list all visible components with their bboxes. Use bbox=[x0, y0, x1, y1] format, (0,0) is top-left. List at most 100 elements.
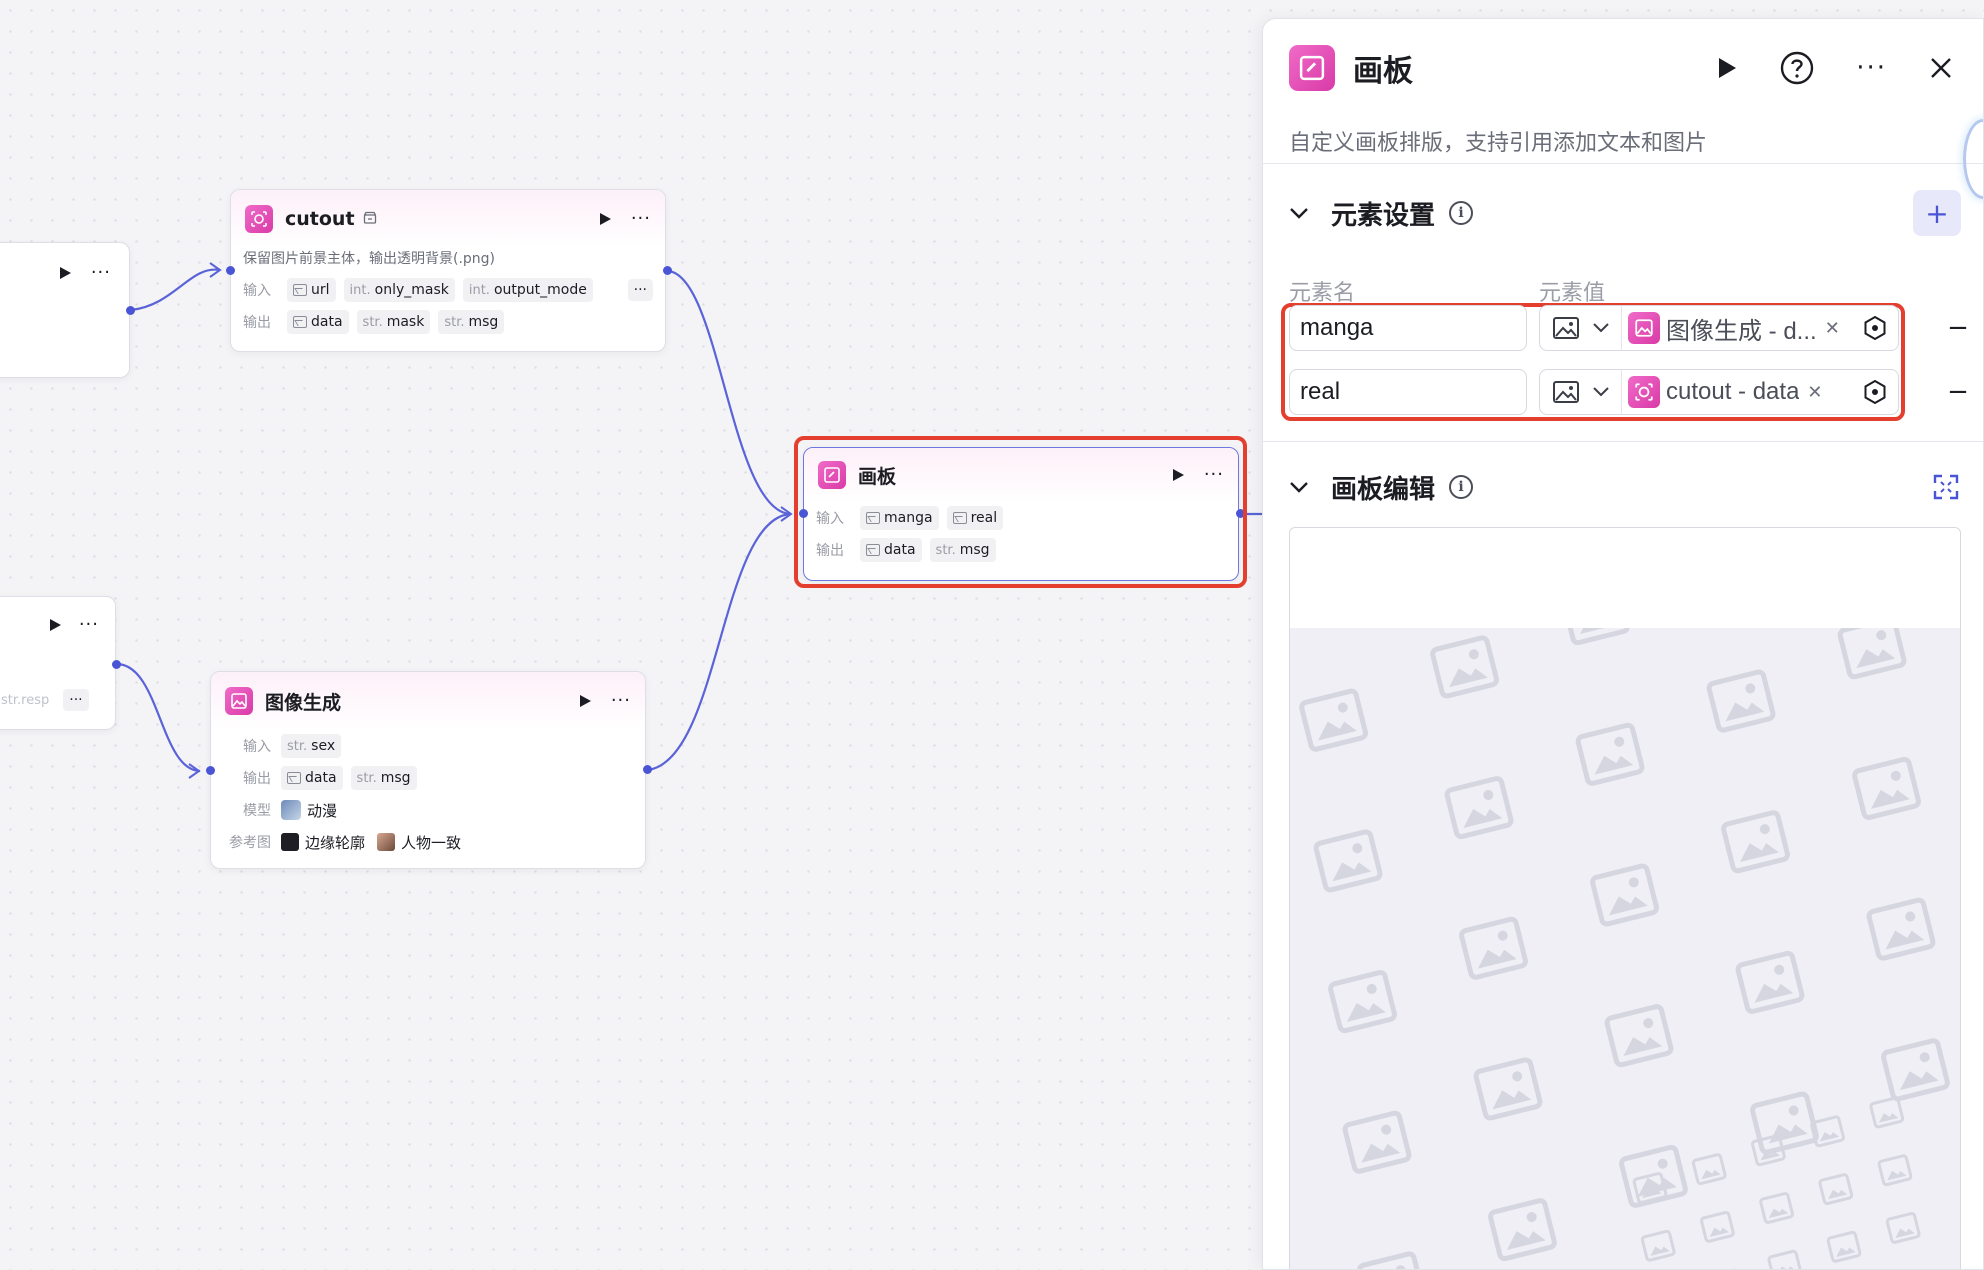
port-in-canvas[interactable] bbox=[799, 509, 808, 518]
outputs-row: 输出 data str. msg bbox=[804, 534, 1238, 566]
image-icon bbox=[293, 316, 307, 328]
node-header: 图像生成 ··· bbox=[211, 672, 645, 730]
port-out-image-gen[interactable] bbox=[643, 765, 652, 774]
variable-picker-icon[interactable] bbox=[1860, 313, 1890, 343]
chevron-down-icon[interactable] bbox=[1289, 206, 1309, 220]
panel-title: 画板 bbox=[1353, 54, 1413, 89]
model-row: 模型 动漫 bbox=[211, 794, 645, 826]
port-out-left-top[interactable] bbox=[126, 306, 135, 315]
element-name-input[interactable] bbox=[1289, 369, 1527, 415]
node-left-bottom[interactable]: ··· str.resp ··· bbox=[0, 596, 116, 730]
input-label: 输入 bbox=[243, 283, 271, 299]
node-left-top[interactable]: ··· bbox=[0, 242, 130, 378]
output-label: 输出 bbox=[243, 771, 271, 787]
element-value-field[interactable]: 图像生成 - d... ✕ bbox=[1539, 305, 1899, 351]
more-inputs-button[interactable]: ··· bbox=[627, 279, 653, 301]
more-icon[interactable]: ··· bbox=[631, 210, 651, 228]
image-icon bbox=[1552, 381, 1579, 403]
canvas-editor-area[interactable] bbox=[1290, 628, 1960, 1269]
chevron-down-icon[interactable] bbox=[1289, 480, 1309, 494]
assistant-bubble[interactable] bbox=[1963, 119, 1983, 199]
cutout-node-icon bbox=[1628, 376, 1660, 408]
play-icon[interactable] bbox=[57, 265, 73, 281]
more-icon[interactable]: ··· bbox=[611, 692, 631, 710]
divider bbox=[1263, 441, 1983, 442]
edge-cutout-to-canvas bbox=[667, 269, 791, 516]
canvas-node-icon bbox=[818, 461, 846, 489]
edge-left-to-imagegen bbox=[116, 662, 201, 773]
add-element-button[interactable]: + bbox=[1913, 190, 1961, 236]
inputs-row: 输入 str. sex bbox=[211, 730, 645, 762]
element-name-input[interactable] bbox=[1289, 305, 1527, 351]
reference-row: 参考图 边缘轮廓 人物一致 bbox=[211, 826, 645, 858]
node-description: 保留图片前景主体，输出透明背景(.png) bbox=[243, 251, 496, 267]
more-icon[interactable]: ··· bbox=[1856, 55, 1887, 81]
reference-name: 边缘轮廓 bbox=[305, 833, 366, 852]
input-tag-output-mode: int. output_mode bbox=[462, 278, 593, 302]
element-value-field[interactable]: cutout - data ✕ bbox=[1539, 369, 1899, 415]
play-icon[interactable] bbox=[577, 693, 593, 709]
cutout-node-icon bbox=[245, 205, 273, 233]
info-icon[interactable]: i bbox=[1449, 475, 1474, 499]
node-cutout[interactable]: cutout ··· 保留图片前景主体，输出透明背景(.png) 输入 url … bbox=[230, 189, 666, 352]
port-in-cutout[interactable] bbox=[226, 266, 235, 275]
play-icon[interactable] bbox=[47, 617, 63, 633]
info-icon[interactable]: i bbox=[1449, 201, 1474, 225]
remove-element-button[interactable]: − bbox=[1947, 313, 1969, 343]
help-icon[interactable] bbox=[1780, 51, 1814, 85]
value-type-select[interactable] bbox=[1540, 370, 1622, 414]
node-header: cutout ··· bbox=[231, 190, 665, 248]
more-icon[interactable]: ··· bbox=[91, 264, 111, 282]
clear-reference-icon[interactable]: ✕ bbox=[1807, 382, 1822, 403]
reference-text: 图像生成 - d... bbox=[1666, 317, 1817, 345]
section-title: 元素设置 bbox=[1331, 200, 1436, 231]
model-label: 模型 bbox=[243, 803, 271, 819]
image-gen-node-icon bbox=[1628, 312, 1660, 344]
reference-thumbnail bbox=[281, 833, 299, 851]
variable-picker-icon[interactable] bbox=[1860, 377, 1890, 407]
output-tag-data: data bbox=[860, 538, 922, 562]
reference-thumbnail bbox=[377, 833, 396, 851]
more-inputs-button[interactable]: ··· bbox=[63, 689, 89, 711]
node-canvas[interactable]: 画板 ··· 输入 manga real 输出 data str. msg bbox=[803, 447, 1239, 581]
port-in-image-gen[interactable] bbox=[206, 766, 215, 775]
canvas-panel-icon bbox=[1289, 45, 1335, 91]
inputs-row: 输入 manga real bbox=[804, 502, 1238, 534]
more-icon[interactable]: ··· bbox=[1204, 466, 1224, 484]
chevron-down-icon bbox=[1592, 387, 1609, 397]
input-label: 输入 bbox=[816, 511, 844, 527]
value-type-select[interactable] bbox=[1540, 306, 1622, 350]
column-header-value: 元素值 bbox=[1539, 281, 1606, 306]
play-icon[interactable] bbox=[1170, 467, 1186, 483]
image-placeholder-pattern bbox=[1290, 628, 1960, 1269]
remove-element-button[interactable]: − bbox=[1947, 377, 1969, 407]
reference-chip[interactable]: cutout - data ✕ bbox=[1622, 370, 1898, 414]
port-out-canvas[interactable] bbox=[1236, 509, 1245, 518]
port-out-left-bottom[interactable] bbox=[112, 660, 121, 669]
clear-reference-icon[interactable]: ✕ bbox=[1825, 318, 1840, 339]
image-icon bbox=[1552, 317, 1579, 339]
input-label: 输入 bbox=[243, 739, 271, 755]
node-image-gen[interactable]: 图像生成 ··· 输入 str. sex 输出 data str. msg 模型 动… bbox=[210, 671, 646, 869]
play-icon[interactable] bbox=[1716, 56, 1738, 80]
reference-chip[interactable]: 图像生成 - d... ✕ bbox=[1622, 306, 1898, 350]
node-header: 画板 ··· bbox=[804, 448, 1238, 502]
image-icon bbox=[293, 284, 307, 296]
editor-section-header[interactable]: 画板编辑 i bbox=[1289, 467, 1961, 507]
input-tag-real: real bbox=[946, 506, 1004, 530]
canvas-editor[interactable] bbox=[1289, 527, 1961, 1269]
play-icon[interactable] bbox=[597, 211, 613, 227]
node-title: 画板 bbox=[858, 465, 897, 488]
chevron-down-icon bbox=[1592, 323, 1609, 333]
image-gen-node-icon bbox=[225, 687, 253, 715]
output-tag-data: data bbox=[281, 766, 343, 790]
input-tag-manga: manga bbox=[860, 506, 939, 530]
port-out-cutout[interactable] bbox=[663, 266, 672, 275]
output-label: 输出 bbox=[816, 543, 844, 559]
more-icon[interactable]: ··· bbox=[79, 616, 99, 634]
reference-text: cutout - data bbox=[1666, 378, 1800, 405]
elements-section-header[interactable]: 元素设置 i + bbox=[1289, 190, 1961, 236]
close-icon[interactable] bbox=[1929, 56, 1953, 80]
input-tag-only-mask: int. only_mask bbox=[343, 278, 455, 302]
fullscreen-icon[interactable] bbox=[1931, 472, 1961, 502]
